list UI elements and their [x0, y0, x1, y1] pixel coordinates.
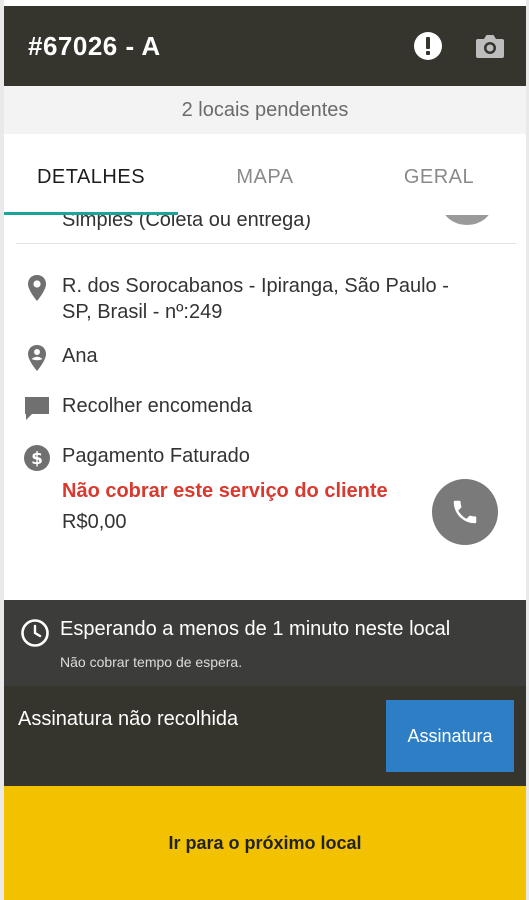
waiting-time-bar: Esperando a menos de 1 minuto neste loca… [4, 600, 526, 686]
next-location-button[interactable]: Ir para o próximo local [4, 786, 526, 900]
instruction-row: Recolher encomenda [20, 393, 252, 423]
signature-status: Assinatura não recolhida [18, 708, 239, 730]
svg-text:$: $ [31, 449, 43, 469]
instruction-text: Recolher encomenda [62, 395, 253, 417]
address-line-2: SP, Brasil - nº:249 [62, 301, 223, 323]
tab-mapa[interactable]: MAPA [178, 134, 352, 220]
no-charge-warning: Não cobrar este serviço do cliente [62, 480, 388, 502]
waiting-note: Não cobrar tempo de espera. [60, 654, 243, 670]
scrolled-button-edge [442, 215, 492, 225]
pending-locations-text: 2 locais pendentes [181, 98, 349, 121]
tab-geral[interactable]: GERAL [352, 134, 526, 220]
person-pin-icon [20, 343, 54, 373]
contact-row: Ana [20, 343, 98, 373]
payment-method: Pagamento Faturado [62, 445, 250, 467]
dollar-circle-icon: $ [20, 443, 54, 473]
next-location-label: Ir para o próximo local [168, 832, 362, 853]
waiting-status: Esperando a menos de 1 minuto neste loca… [60, 618, 451, 640]
app-screen: #67026 - A 2 locais pendentes DETALHES M… [0, 0, 529, 900]
service-type: Simples (Coleta ou entrega) [62, 215, 312, 231]
divider [16, 243, 516, 244]
contact-name: Ana [62, 345, 98, 367]
signature-bar: Assinatura não recolhida Assinatura [4, 686, 526, 786]
pending-locations-bar: 2 locais pendentes [4, 86, 526, 134]
phone-icon [453, 500, 477, 524]
signature-button[interactable]: Assinatura [386, 700, 514, 772]
address-row: R. dos Sorocabanos - Ipiranga, São Paulo… [20, 273, 449, 325]
camera-icon[interactable] [468, 24, 512, 68]
tab-bar: DETALHES MAPA GERAL [4, 134, 526, 220]
tab-detalhes[interactable]: DETALHES [4, 134, 178, 220]
call-button[interactable] [432, 479, 498, 545]
price-value: R$0,00 [62, 511, 127, 533]
payment-row: $ Pagamento Faturado [20, 443, 250, 473]
comment-icon [20, 393, 54, 423]
app-header: #67026 - A [4, 6, 526, 86]
details-panel[interactable]: Simples (Coleta ou entrega) R. dos Soroc… [4, 215, 526, 600]
address-line-1: R. dos Sorocabanos - Ipiranga, São Paulo… [62, 275, 449, 297]
order-title: #67026 - A [28, 30, 161, 61]
clock-icon [20, 618, 50, 648]
alert-circle-icon[interactable] [406, 24, 450, 68]
location-pin-icon [20, 273, 54, 303]
